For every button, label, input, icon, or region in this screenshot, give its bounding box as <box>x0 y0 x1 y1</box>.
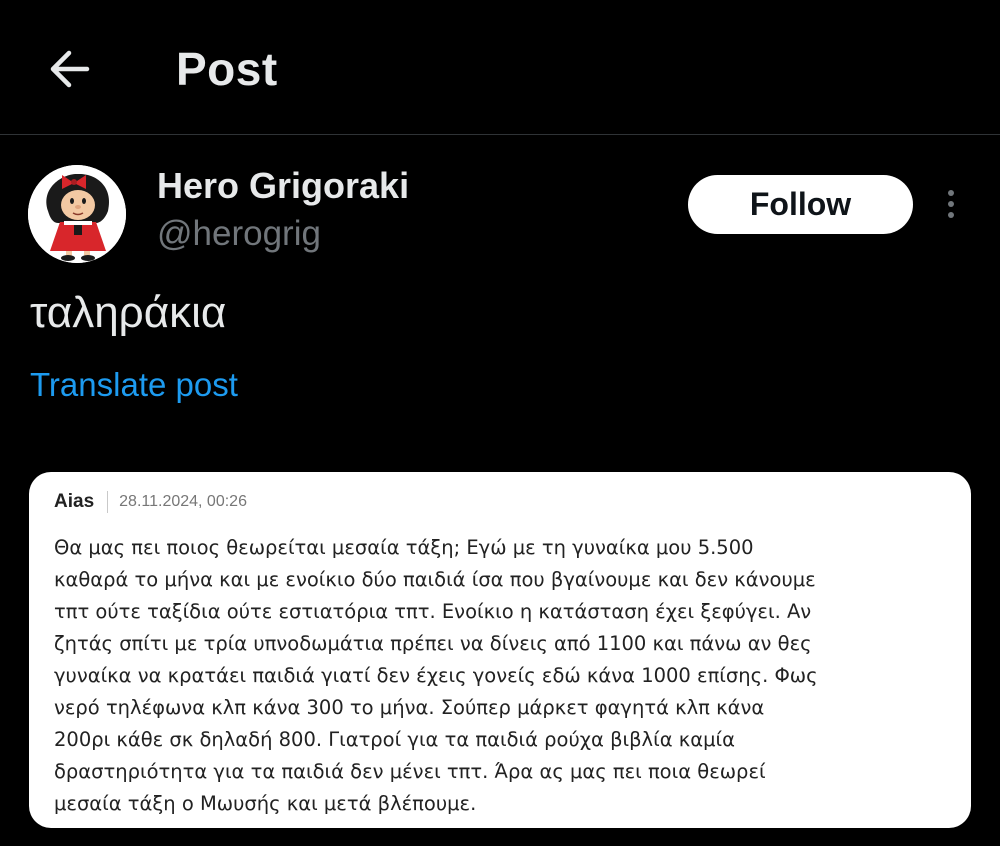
page-title: Post <box>176 43 278 95</box>
more-vertical-icon <box>948 201 954 207</box>
card-body-line: καθαρά το μήνα και με ενοίκιο δύο παιδιά… <box>54 568 816 591</box>
attached-image-card[interactable]: Aias 28.11.2024, 00:26 Θα μας πει ποιος … <box>29 472 971 828</box>
card-author: Aias <box>54 491 95 512</box>
card-body-line: 200ρι κάθε σκ δηλαδή 800. Γιατροί για τα… <box>54 728 735 751</box>
divider <box>107 491 109 513</box>
card-body-line: μεσαία τάξη ο Μωυσής και μετά βλέπουμε. <box>54 792 477 815</box>
top-app-bar: Post <box>0 0 1000 135</box>
more-vertical-icon <box>948 190 954 196</box>
arrow-left-icon <box>50 50 90 88</box>
translate-post-link[interactable]: Translate post <box>30 366 238 404</box>
mafalda-avatar <box>28 165 126 263</box>
card-body-line: Θα μας πει ποιος θεωρείται μεσαία τάξη; … <box>54 536 754 559</box>
card-body-line: γυναίκα να κρατάει παιδιά γιατί δεν έχει… <box>54 664 818 687</box>
card-body-line: τπτ ούτε ταξίδια ούτε εστιατόρια τπτ. Εν… <box>54 600 812 623</box>
more-options-button[interactable] <box>936 184 966 224</box>
card-date: 28.11.2024, 00:26 <box>119 493 247 510</box>
post-text: ταληράκια <box>30 288 227 337</box>
card-header: Aias 28.11.2024, 00:26 <box>54 490 947 514</box>
card-body-line: ζητάς σπίτι με τρία υπνοδωμάτια πρέπει ν… <box>54 632 812 655</box>
more-vertical-icon <box>948 212 954 218</box>
author-display-name[interactable]: Hero Grigoraki <box>157 165 409 207</box>
card-body-line: δραστηριότητα για τα παιδιά δεν μένει τπ… <box>54 760 766 783</box>
avatar[interactable] <box>28 165 126 263</box>
card-body-line: νερό τηλέφωνα κλπ κάνα 300 το μήνα. Σούπ… <box>54 696 765 719</box>
follow-button[interactable]: Follow <box>688 175 913 234</box>
back-button[interactable] <box>44 44 94 94</box>
card-body: Θα μας πει ποιος θεωρείται μεσαία τάξη; … <box>54 532 947 820</box>
author-handle[interactable]: @herogrig <box>157 214 321 254</box>
